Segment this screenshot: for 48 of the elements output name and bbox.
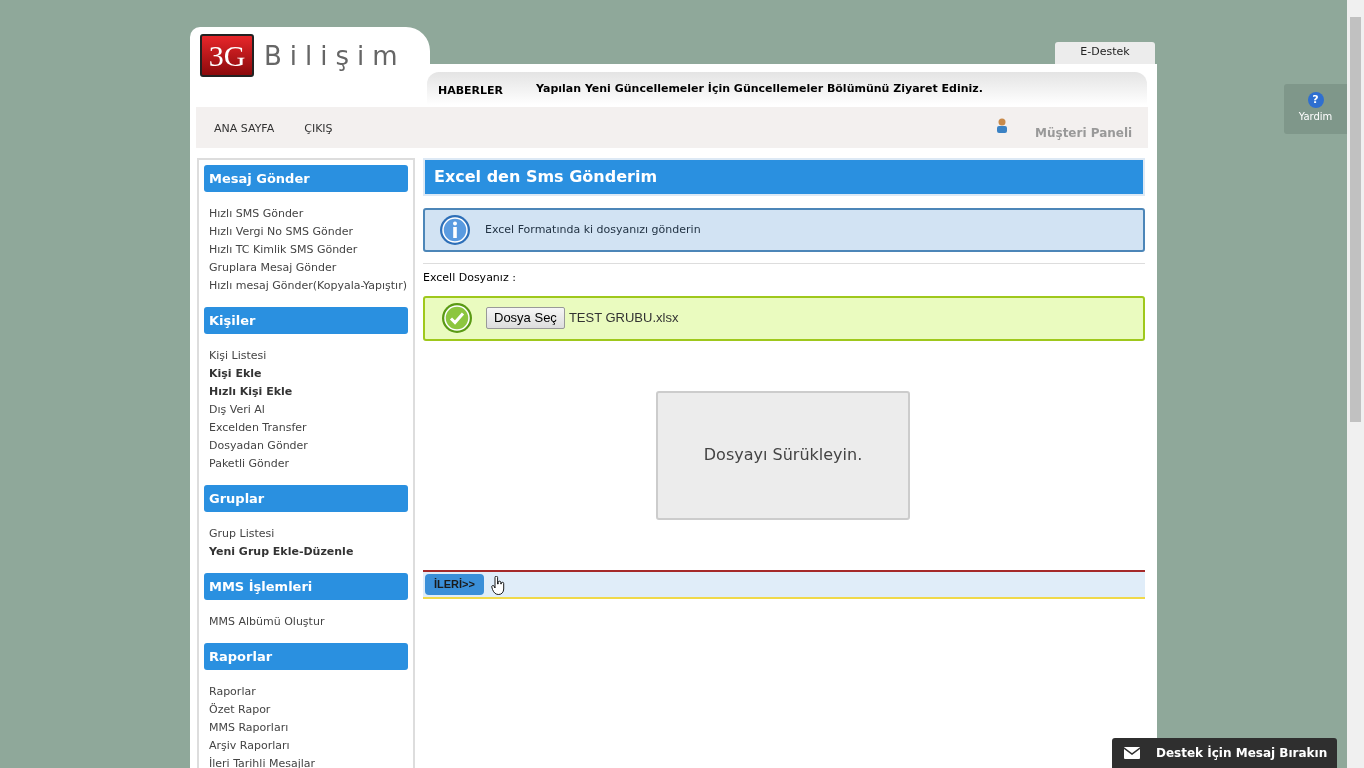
sidebar-link[interactable]: Yeni Grup Ekle-Düzenle bbox=[209, 543, 408, 561]
check-icon bbox=[441, 302, 473, 334]
chat-bar-label: Destek İçin Mesaj Bırakın bbox=[1156, 744, 1328, 762]
sidebar-section-header: Kişiler bbox=[204, 307, 408, 334]
logo-text: Bilişim bbox=[264, 39, 406, 72]
logo-badge: 3G bbox=[200, 34, 254, 77]
sidebar-link[interactable]: Arşiv Raporları bbox=[209, 737, 408, 755]
sidebar-link[interactable]: Özet Rapor bbox=[209, 701, 408, 719]
sidebar-link[interactable]: Raporlar bbox=[209, 683, 408, 701]
file-name: TEST GRUBU.xlsx bbox=[568, 309, 679, 328]
next-button[interactable]: İLERİ>> bbox=[425, 573, 484, 595]
sidebar-link[interactable]: Gruplara Mesaj Gönder bbox=[209, 259, 408, 277]
help-label: Yardim bbox=[1298, 110, 1333, 124]
user-icon bbox=[996, 118, 1008, 133]
file-label: Excell Dosyanız : bbox=[423, 270, 516, 286]
sidebar-link[interactable]: MMS Albümü Oluştur bbox=[209, 613, 408, 631]
help-button[interactable]: ? Yardim bbox=[1284, 84, 1347, 134]
chat-bar[interactable]: Destek İçin Mesaj Bırakın bbox=[1112, 738, 1337, 768]
info-icon bbox=[439, 214, 471, 246]
info-text: Excel Formatında ki dosyanızı gönderin bbox=[485, 221, 701, 238]
sidebar-section-header: Raporlar bbox=[204, 643, 408, 670]
sidebar-link[interactable]: Hızlı TC Kimlik SMS Gönder bbox=[209, 241, 408, 259]
hand-cursor-icon bbox=[491, 575, 505, 595]
sidebar-link[interactable]: Hızlı mesaj Gönder(Kopyala-Yapıştır) bbox=[209, 277, 408, 295]
news-text: Yapılan Yeni Güncellemeler İçin Güncellemeler Bölümünü Ziyaret Ediniz. bbox=[536, 81, 983, 97]
sidebar-link[interactable]: MMS Raporları bbox=[209, 719, 408, 737]
help-icon: ? bbox=[1307, 92, 1324, 108]
envelope-icon bbox=[1124, 747, 1140, 759]
sidebar-link[interactable]: Grup Listesi bbox=[209, 525, 408, 543]
e-destek-tab[interactable]: E-Destek bbox=[1055, 42, 1155, 64]
sidebar-link[interactable]: Hızlı Vergi No SMS Gönder bbox=[209, 223, 408, 241]
nav-link[interactable]: ANA SAYFA bbox=[214, 121, 275, 138]
sidebar-link[interactable]: Dış Veri Al bbox=[209, 401, 408, 419]
nav-link[interactable]: ÇIKIŞ bbox=[304, 121, 333, 138]
sidebar-link[interactable]: Kişi Ekle bbox=[209, 365, 408, 383]
choose-file-button[interactable]: Dosya Seç bbox=[486, 307, 565, 329]
sidebar-link[interactable]: Excelden Transfer bbox=[209, 419, 408, 437]
sidebar-link[interactable]: Dosyadan Gönder bbox=[209, 437, 408, 455]
page-title-bar: Excel den Sms Gönderim bbox=[423, 158, 1145, 196]
sidebar-section-header: Mesaj Gönder bbox=[204, 165, 408, 192]
sidebar-section-header: Gruplar bbox=[204, 485, 408, 512]
sidebar-link[interactable]: Hızlı SMS Gönder bbox=[209, 205, 408, 223]
drop-zone[interactable]: Dosyayı Sürükleyin. bbox=[656, 390, 910, 520]
sidebar-link[interactable]: Hızlı Kişi Ekle bbox=[209, 383, 408, 401]
news-label: HABERLER bbox=[438, 83, 504, 99]
sidebar-link[interactable]: Paketli Gönder bbox=[209, 455, 408, 473]
sidebar-link[interactable]: Kişi Listesi bbox=[209, 347, 408, 365]
sidebar-section-header: MMS İşlemleri bbox=[204, 573, 408, 600]
